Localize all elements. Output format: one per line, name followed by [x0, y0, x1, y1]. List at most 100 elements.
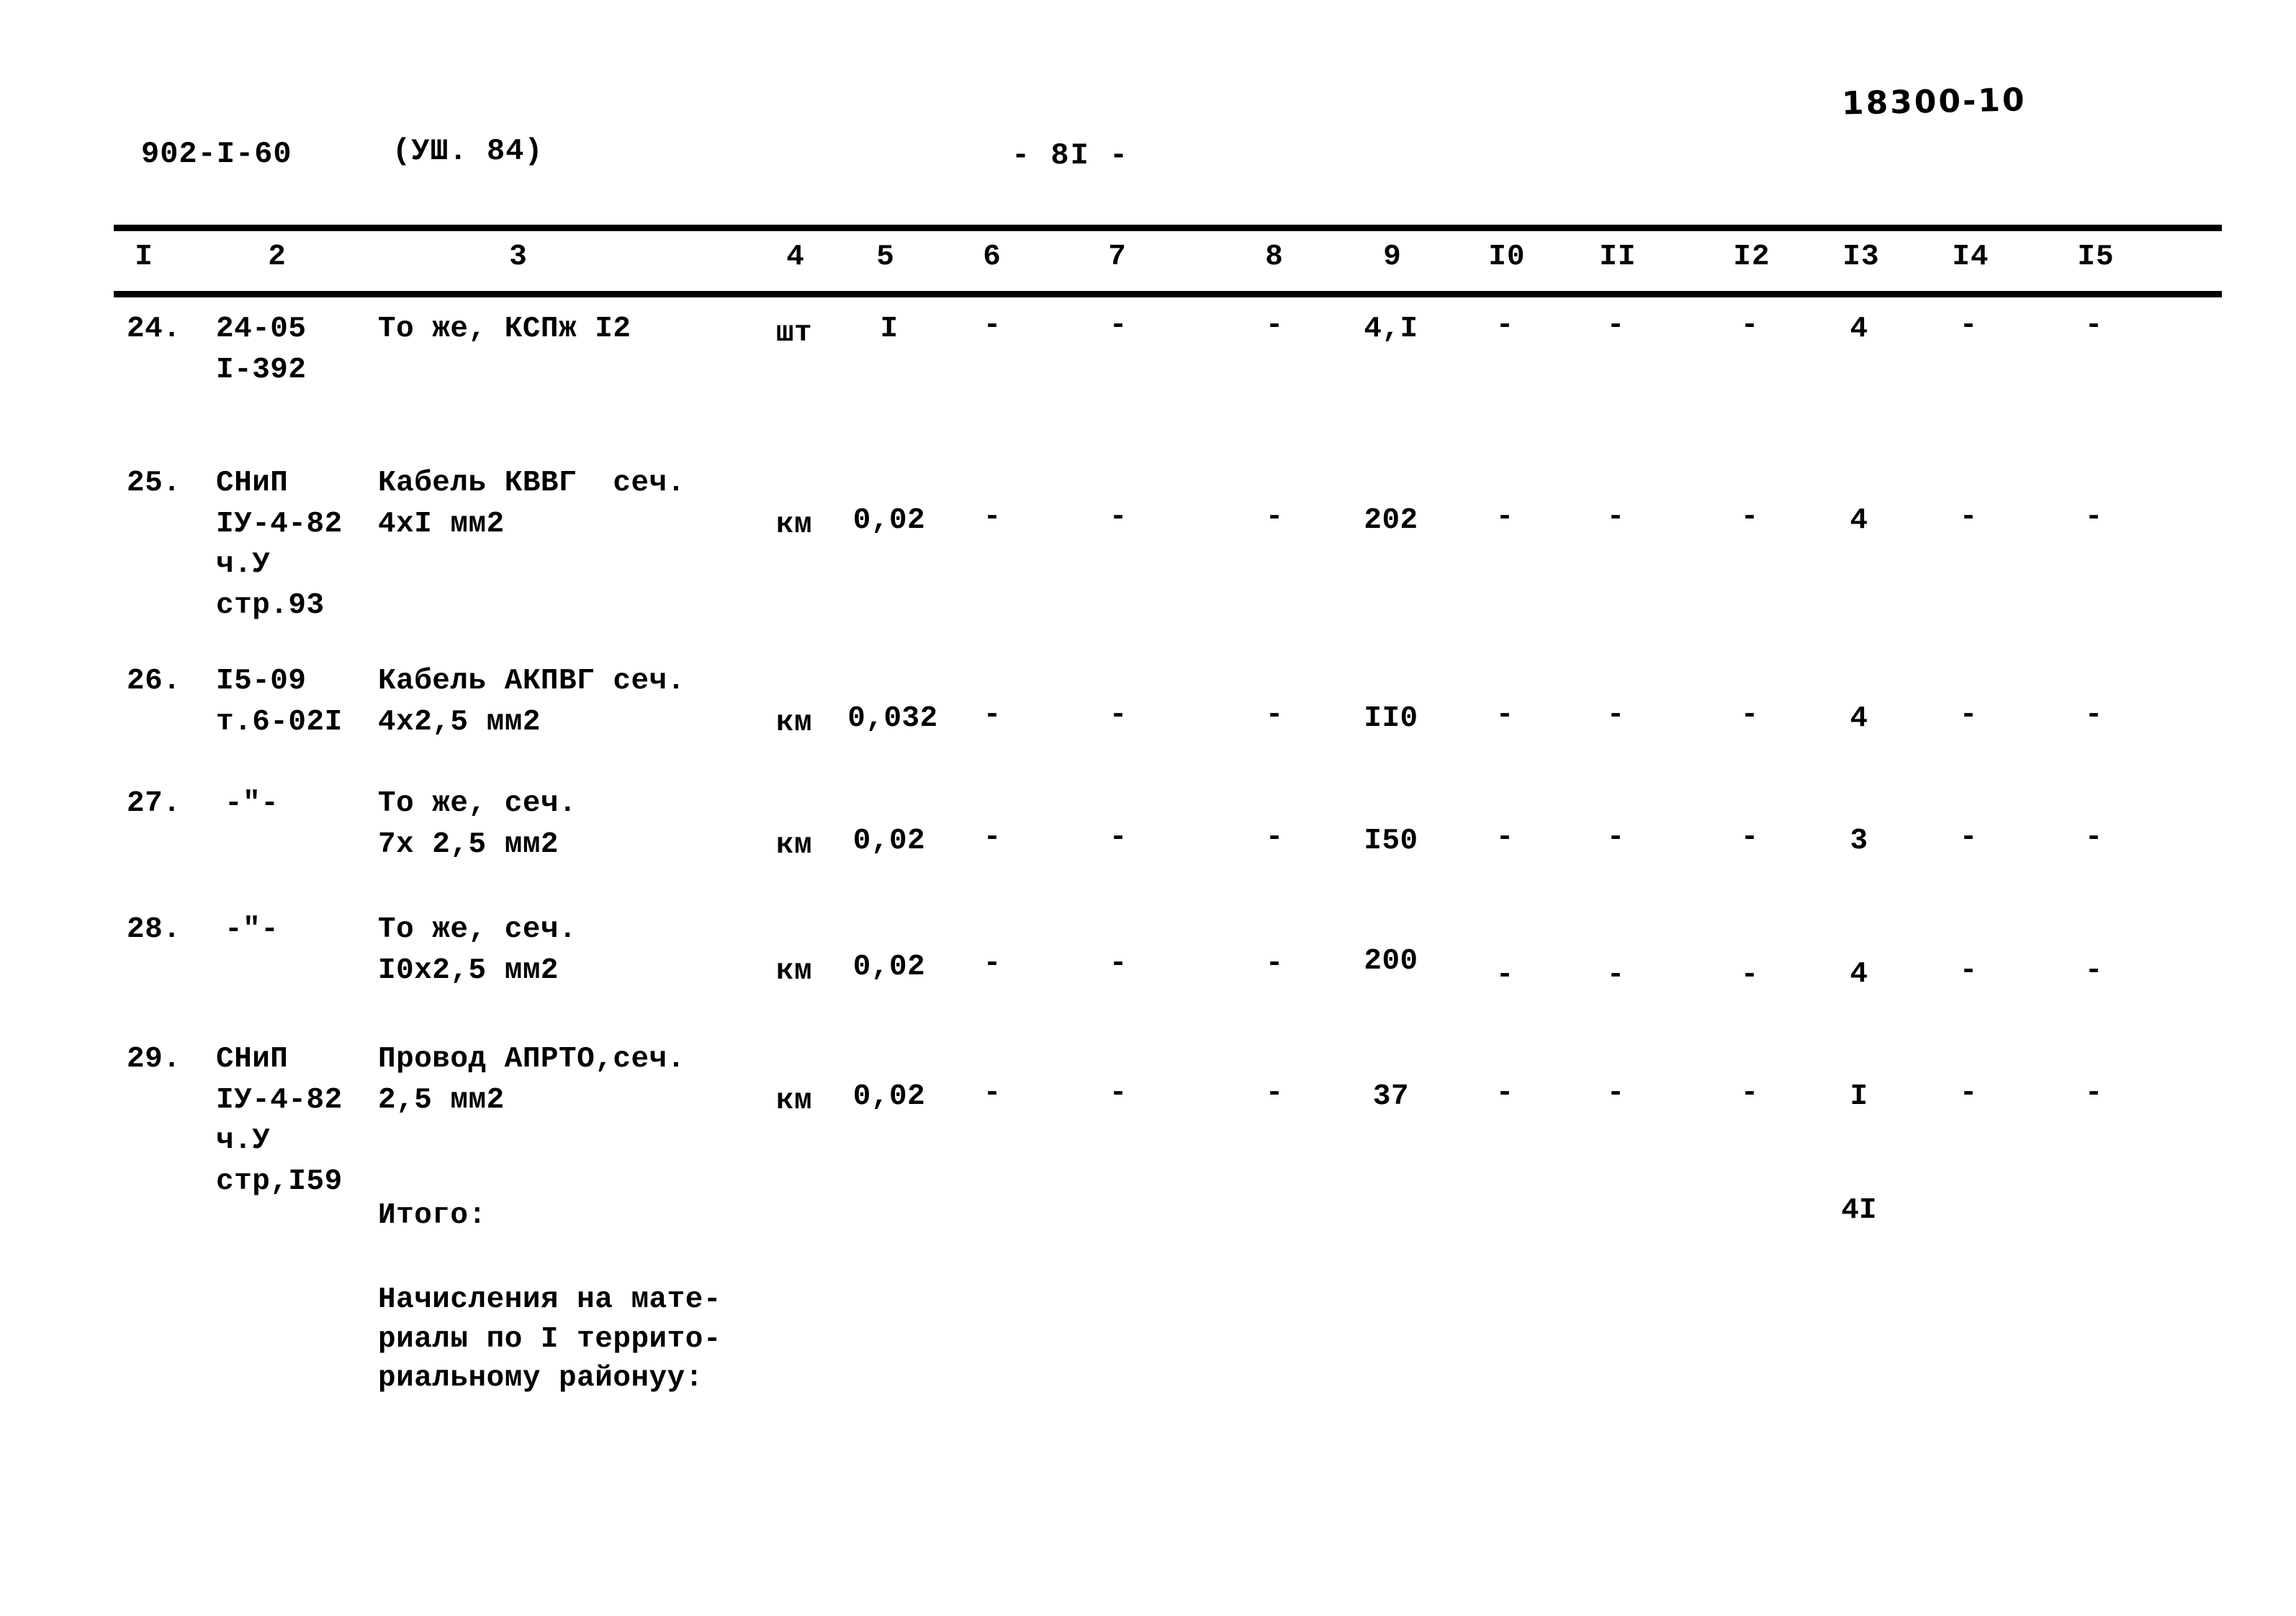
- row-number: 26.: [127, 665, 181, 698]
- row-col-11: -: [1606, 1077, 1625, 1110]
- handwritten-stamp-code: 18300-10: [1841, 81, 2027, 122]
- column-header-5: 5: [876, 241, 895, 274]
- row-col-12: -: [1740, 959, 1759, 992]
- row-unit: км: [775, 706, 813, 740]
- row-col-15: -: [2084, 500, 2103, 534]
- row-col-15: -: [2084, 1077, 2103, 1110]
- row-col-8: -: [1265, 821, 1284, 854]
- column-header-6: 6: [983, 241, 1001, 274]
- row-col-11: -: [1606, 959, 1625, 992]
- row-col-7: -: [1109, 500, 1127, 534]
- page-number: - 8I -: [1012, 138, 1130, 173]
- row-col-9: 4,I: [1364, 313, 1418, 346]
- document-revision: (УШ. 84): [392, 134, 544, 169]
- row-unit: км: [775, 1085, 813, 1118]
- column-header-10: I0: [1488, 241, 1526, 274]
- column-header-12: I2: [1733, 241, 1770, 274]
- row-code: -"-: [225, 913, 279, 946]
- row-col-14: -: [1959, 500, 1978, 534]
- row-code: -"-: [225, 787, 279, 820]
- row-col-11: -: [1606, 500, 1625, 534]
- row-col-7: -: [1109, 1077, 1127, 1110]
- row-code: I5-09 т.6-02I: [216, 665, 343, 739]
- column-header-11: II: [1599, 241, 1637, 274]
- row-col-14: -: [1959, 699, 1978, 732]
- row-name: Кабель АКПВГ сеч. 4x2,5 мм2: [378, 665, 685, 739]
- row-col-5: 0,02: [852, 1080, 926, 1113]
- row-col-9: I50: [1364, 825, 1418, 858]
- row-col-10: -: [1495, 1077, 1514, 1110]
- row-col-11: -: [1606, 699, 1625, 732]
- row-col-8: -: [1265, 500, 1284, 534]
- row-col-12: -: [1740, 699, 1759, 732]
- row-number: 25.: [127, 467, 181, 500]
- row-col-7: -: [1109, 309, 1127, 342]
- row-unit: км: [775, 829, 813, 862]
- row-col-14: -: [1959, 821, 1978, 854]
- row-col-8: -: [1265, 699, 1284, 732]
- row-number: 27.: [127, 787, 181, 820]
- row-col-14: -: [1959, 1077, 1978, 1110]
- row-col-13: 4: [1850, 702, 1868, 735]
- row-col-8: -: [1265, 309, 1284, 342]
- row-number: 24.: [127, 313, 181, 346]
- row-col-15: -: [2084, 699, 2103, 732]
- column-header-14: I4: [1952, 241, 1989, 274]
- row-col-6: -: [983, 500, 1001, 534]
- row-col-6: -: [983, 1077, 1001, 1110]
- row-col-11: -: [1606, 821, 1625, 854]
- row-code: 24-05 I-392: [216, 313, 307, 387]
- row-col-10: -: [1495, 699, 1514, 732]
- row-col-5: 0,02: [852, 504, 926, 537]
- row-col-10: -: [1495, 500, 1514, 534]
- row-col-13: 3: [1850, 825, 1868, 858]
- total-value: 4I: [1841, 1194, 1877, 1227]
- row-col-15: -: [2084, 954, 2103, 987]
- row-col-15: -: [2084, 309, 2103, 342]
- column-header-7: 7: [1108, 241, 1127, 274]
- row-unit: км: [775, 955, 813, 988]
- column-header-15: I5: [2077, 241, 2115, 274]
- row-col-10: -: [1495, 821, 1514, 854]
- total-label: Итого:: [378, 1199, 487, 1232]
- row-col-7: -: [1109, 821, 1127, 854]
- row-col-6: -: [983, 821, 1001, 854]
- row-col-10: -: [1495, 959, 1514, 992]
- materials-surcharge-note: Начисления на мате- риалы по I террито- …: [378, 1283, 721, 1396]
- row-col-8: -: [1265, 1077, 1284, 1110]
- column-header-1: I: [135, 241, 153, 274]
- row-col-15: -: [2084, 821, 2103, 854]
- row-col-6: -: [983, 947, 1001, 980]
- row-col-9: 200: [1364, 945, 1418, 978]
- row-col-13: 4: [1850, 958, 1868, 991]
- row-col-11: -: [1606, 309, 1625, 342]
- row-name: То же, сеч. I0x2,5 мм2: [378, 913, 577, 987]
- row-col-5: 0,02: [852, 951, 926, 984]
- row-col-6: -: [983, 699, 1001, 732]
- row-col-12: -: [1740, 309, 1759, 342]
- row-unit: шт: [775, 317, 813, 350]
- column-header-4: 4: [786, 241, 805, 274]
- row-col-9: 202: [1364, 504, 1418, 537]
- row-name: То же, сеч. 7x 2,5 мм2: [378, 787, 577, 861]
- table-rule-bottom: [114, 291, 2222, 297]
- row-number: 29.: [127, 1043, 181, 1076]
- row-col-13: 4: [1850, 504, 1868, 537]
- row-col-12: -: [1740, 821, 1759, 854]
- column-header-8: 8: [1265, 241, 1284, 274]
- row-col-14: -: [1959, 954, 1978, 987]
- row-col-12: -: [1740, 500, 1759, 534]
- row-number: 28.: [127, 913, 181, 946]
- row-name: Кабель КВВГ сеч. 4xI мм2: [378, 467, 685, 541]
- row-name: То же, КСПж I2: [378, 313, 631, 346]
- row-col-7: -: [1109, 699, 1127, 732]
- column-header-9: 9: [1383, 241, 1402, 274]
- row-col-14: -: [1959, 309, 1978, 342]
- row-col-5: 0,032: [847, 702, 938, 735]
- document-page: 902-I-60 (УШ. 84) - 8I - 18300-10 I 2 3 …: [0, 0, 2296, 1616]
- column-header-2: 2: [268, 241, 287, 274]
- row-col-5: 0,02: [852, 825, 926, 858]
- row-col-9: II0: [1364, 702, 1418, 735]
- row-code: СНиП IУ-4-82 ч.У стр,I59: [216, 1043, 343, 1198]
- row-col-13: I: [1850, 1080, 1868, 1113]
